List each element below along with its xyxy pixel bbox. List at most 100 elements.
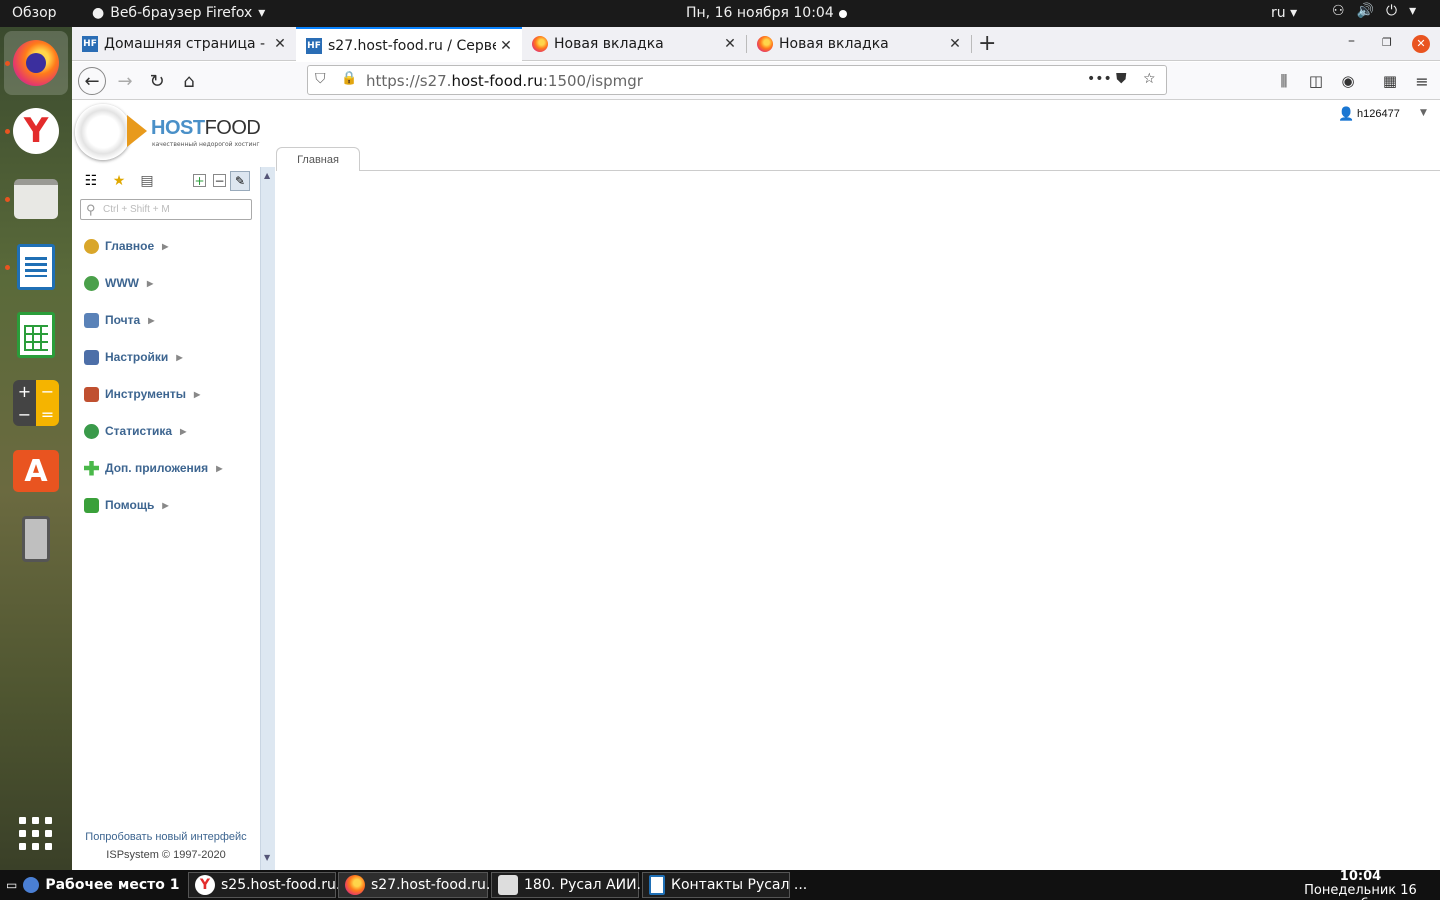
settings-icon — [84, 349, 99, 365]
url-text[interactable]: https://s27.host-food.ru:1500/ispmgr — [366, 72, 643, 90]
running-indicator — [5, 61, 10, 66]
pin-icon[interactable]: ✎ — [230, 171, 250, 191]
menu-item-statistics[interactable]: Статистика ▶ — [84, 422, 186, 440]
software-store-icon: A — [13, 450, 59, 492]
chevron-right-icon: ▶ — [162, 241, 169, 251]
library-icon[interactable]: ⫼ — [1270, 67, 1298, 95]
minimize-icon[interactable]: – — [1348, 33, 1355, 49]
menu-item-tools[interactable]: Инструменты ▶ — [84, 385, 200, 403]
taskbar-window-active[interactable]: s27.host-food.ru... — [338, 872, 499, 898]
user-menu[interactable]: h126477 — [1357, 108, 1400, 120]
dock: Y + − − = A — [0, 27, 72, 870]
menu-item-main[interactable]: Главное ▶ — [84, 237, 168, 255]
firefox-icon — [532, 36, 548, 52]
chevron-right-icon: ▶ — [162, 500, 169, 510]
window-close-icon[interactable]: ✕ — [1412, 35, 1430, 53]
dock-firefox[interactable] — [4, 31, 68, 95]
menu-icon[interactable]: ≡ — [1408, 67, 1436, 95]
menu-item-www[interactable]: WWW ▶ — [84, 274, 153, 292]
menu-search-input[interactable]: ⚲ Ctrl + Shift + M — [80, 199, 252, 220]
bookmark-star-icon[interactable]: ☆ — [1143, 71, 1156, 87]
dock-writer[interactable] — [4, 235, 68, 299]
tab-main[interactable]: Главная — [276, 147, 360, 171]
menu-item-apps[interactable]: Доп. приложения ▶ — [84, 459, 222, 477]
dock-calculator[interactable]: + − − = — [4, 371, 68, 435]
menu-item-settings[interactable]: Настройки ▶ — [84, 348, 182, 366]
workspace-switcher[interactable]: ▭ Рабочее место 1 — [6, 870, 180, 900]
tracking-shield-icon[interactable]: ⛉ — [315, 71, 326, 87]
taskbar-window[interactable]: 180. Русал АИИ... — [491, 872, 650, 898]
favorites-star-icon[interactable]: ★ — [110, 172, 128, 190]
yandex-icon: Y — [13, 108, 59, 154]
sidebar-scrollbar[interactable]: ▲ ▼ — [260, 167, 275, 870]
browser-tab[interactable]: HF Домашняя страница - m ✕ — [72, 27, 296, 61]
lock-icon[interactable]: 🔒 — [341, 71, 357, 86]
logo-text: HOSTFOOD — [151, 117, 261, 140]
close-tab-icon[interactable]: ✕ — [496, 38, 516, 54]
close-tab-icon[interactable]: ✕ — [720, 36, 740, 52]
system-menu[interactable]: ⚇ 🔊 ⏻ ▾ — [1332, 3, 1416, 19]
chevron-down-icon[interactable]: ▼ — [1420, 108, 1427, 118]
search-icon: ⚲ — [86, 202, 96, 217]
extensions-icon[interactable]: ▦ — [1376, 67, 1404, 95]
sidebar-toggle-icon[interactable]: ◫ — [1302, 67, 1330, 95]
home-icon — [84, 238, 99, 254]
page-actions-icon[interactable]: ••• — [1087, 71, 1112, 87]
dock-files[interactable] — [4, 167, 68, 231]
account-icon[interactable]: ◉ — [1334, 67, 1362, 95]
maximize-icon[interactable]: ❐ — [1382, 36, 1392, 49]
logo-plate-icon — [75, 104, 131, 160]
expand-all-icon[interactable]: + — [193, 174, 206, 187]
firefox-icon — [757, 36, 773, 52]
taskbar-window-title: Контакты Русал ... — [671, 877, 808, 893]
forward-icon[interactable]: → — [111, 67, 139, 95]
scroll-up-icon[interactable]: ▲ — [264, 171, 270, 180]
pocket-icon[interactable]: ⛊ — [1116, 71, 1127, 87]
stats-icon — [84, 423, 99, 439]
url-suffix: :1500/ispmgr — [542, 72, 643, 90]
writer-icon — [649, 875, 665, 895]
notification-dot-icon — [839, 10, 847, 18]
taskbar-date: Понедельник 16 ноября — [1304, 883, 1417, 900]
tree-view-icon[interactable]: ☷ — [82, 172, 100, 190]
back-icon[interactable]: ← — [78, 67, 106, 95]
clock[interactable]: Пн, 16 ноября 10:04 — [686, 5, 834, 21]
collapse-all-icon[interactable]: − — [213, 174, 226, 187]
new-tab-icon[interactable]: + — [978, 31, 996, 56]
app-menu[interactable]: ● Веб-браузер Firefox ▾ — [92, 5, 265, 21]
volume-icon: 🔊 — [1356, 3, 1374, 19]
taskbar-window[interactable]: Контакты Русал ... — [642, 872, 807, 898]
keyboard-layout[interactable]: ru ▾ — [1271, 5, 1297, 21]
show-apps-icon[interactable] — [19, 817, 53, 851]
url-prefix: https://s27. — [366, 72, 452, 90]
home-icon[interactable]: ⌂ — [175, 67, 203, 95]
show-desktop-icon: ▭ — [6, 878, 18, 892]
menu-item-label: Помощь — [105, 498, 155, 512]
chevron-right-icon: ▶ — [146, 278, 154, 288]
briefcase-icon[interactable]: ▤ — [138, 172, 156, 190]
dock-yandex[interactable]: Y — [4, 99, 68, 163]
menu-item-mail[interactable]: Почта ▶ — [84, 311, 154, 329]
navigation-bar: ← → ↻ ⌂ ⛉ 🔒 https://s27.host-food.ru:150… — [72, 62, 1440, 100]
menu-item-label: Доп. приложения — [105, 461, 209, 475]
dock-software[interactable]: A — [4, 439, 68, 503]
power-icon: ⏻ — [1386, 3, 1398, 19]
close-tab-icon[interactable]: ✕ — [945, 36, 965, 52]
activities-button[interactable]: Обзор — [12, 5, 57, 21]
url-domain: host-food.ru — [451, 72, 543, 90]
taskbar-clock[interactable]: 10:04 Понедельник 16 ноября — [1283, 870, 1438, 900]
browser-tab[interactable]: Новая вкладка ✕ — [747, 27, 971, 61]
menu-item-help[interactable]: Помощь ▶ — [84, 496, 169, 514]
new-interface-link[interactable]: Попробовать новый интерфейс — [72, 831, 260, 843]
close-tab-icon[interactable]: ✕ — [270, 36, 290, 52]
reload-icon[interactable]: ↻ — [143, 67, 171, 95]
browser-tab[interactable]: Новая вкладка ✕ — [522, 27, 746, 61]
url-bar[interactable]: ⛉ 🔒 https://s27.host-food.ru:1500/ispmgr… — [307, 65, 1167, 95]
dock-calc[interactable] — [4, 303, 68, 367]
chevron-right-icon: ▶ — [194, 389, 201, 399]
chevron-right-icon: ▶ — [176, 352, 183, 362]
scroll-down-icon[interactable]: ▼ — [264, 853, 270, 862]
taskbar-window[interactable]: Y s25.host-food.ru... — [188, 872, 349, 898]
dock-device[interactable] — [4, 507, 68, 571]
browser-tab-active[interactable]: HF s27.host-food.ru / Серве ✕ — [296, 27, 522, 62]
